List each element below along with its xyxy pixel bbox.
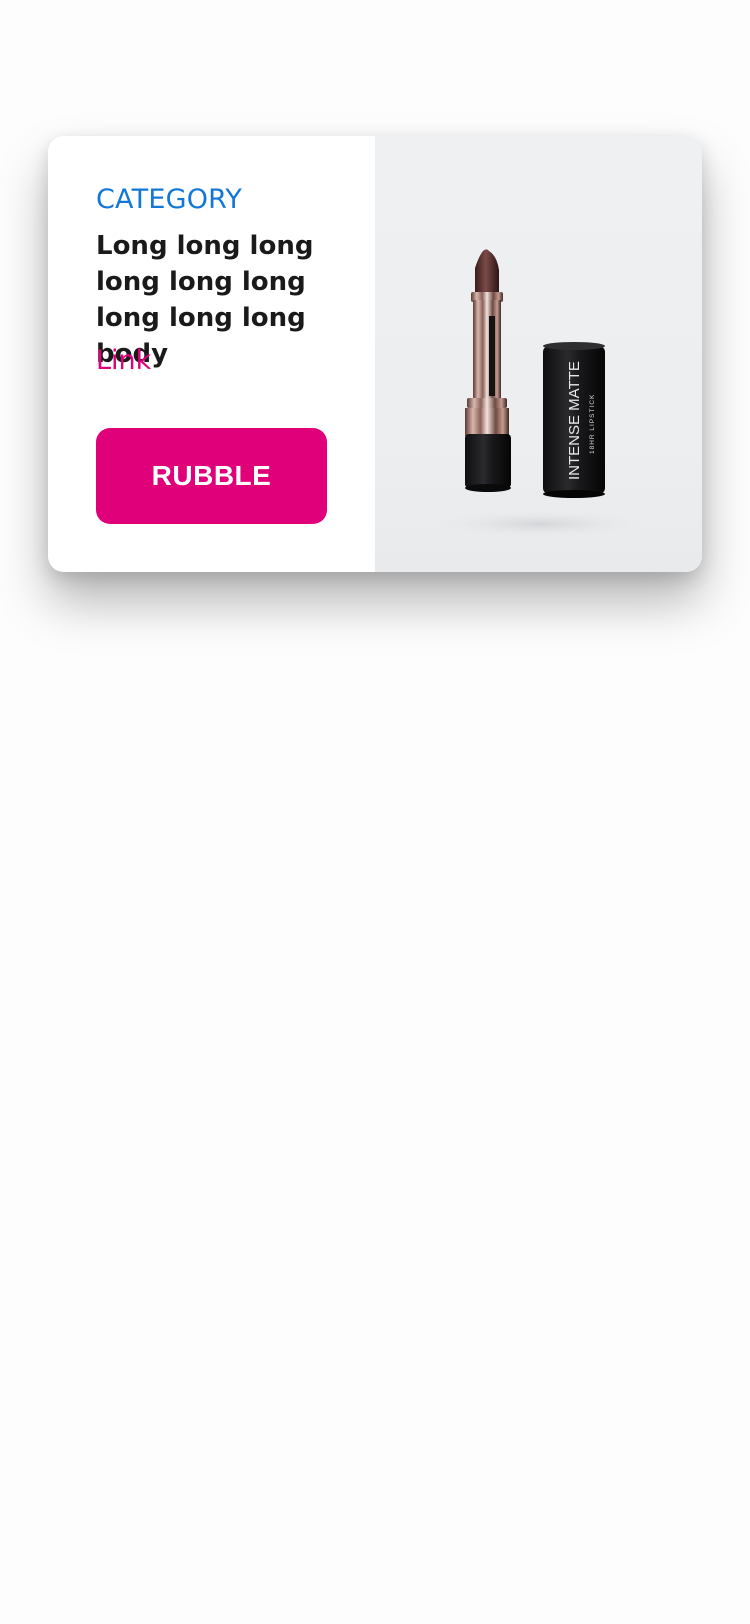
lipstick-tube — [465, 249, 511, 492]
cap-text-large: INTENSE MATTE — [566, 361, 583, 480]
product-card: CATEGORY Long long long long long long l… — [48, 136, 702, 572]
rubble-button[interactable]: RUBBLE — [96, 428, 327, 524]
cap-text-small: 18HR LIPSTICK — [589, 394, 596, 454]
lipstick-photo-icon: INTENSE MATTE 18HR LIPSTICK — [430, 249, 650, 538]
lipstick-cap: INTENSE MATTE 18HR LIPSTICK — [543, 342, 605, 498]
product-image: INTENSE MATTE 18HR LIPSTICK — [375, 136, 702, 572]
category-label: CATEGORY — [96, 184, 243, 215]
card-link[interactable]: Link — [96, 345, 151, 377]
floor-shadow — [430, 510, 650, 538]
card-text-panel: CATEGORY Long long long long long long l… — [48, 136, 375, 572]
